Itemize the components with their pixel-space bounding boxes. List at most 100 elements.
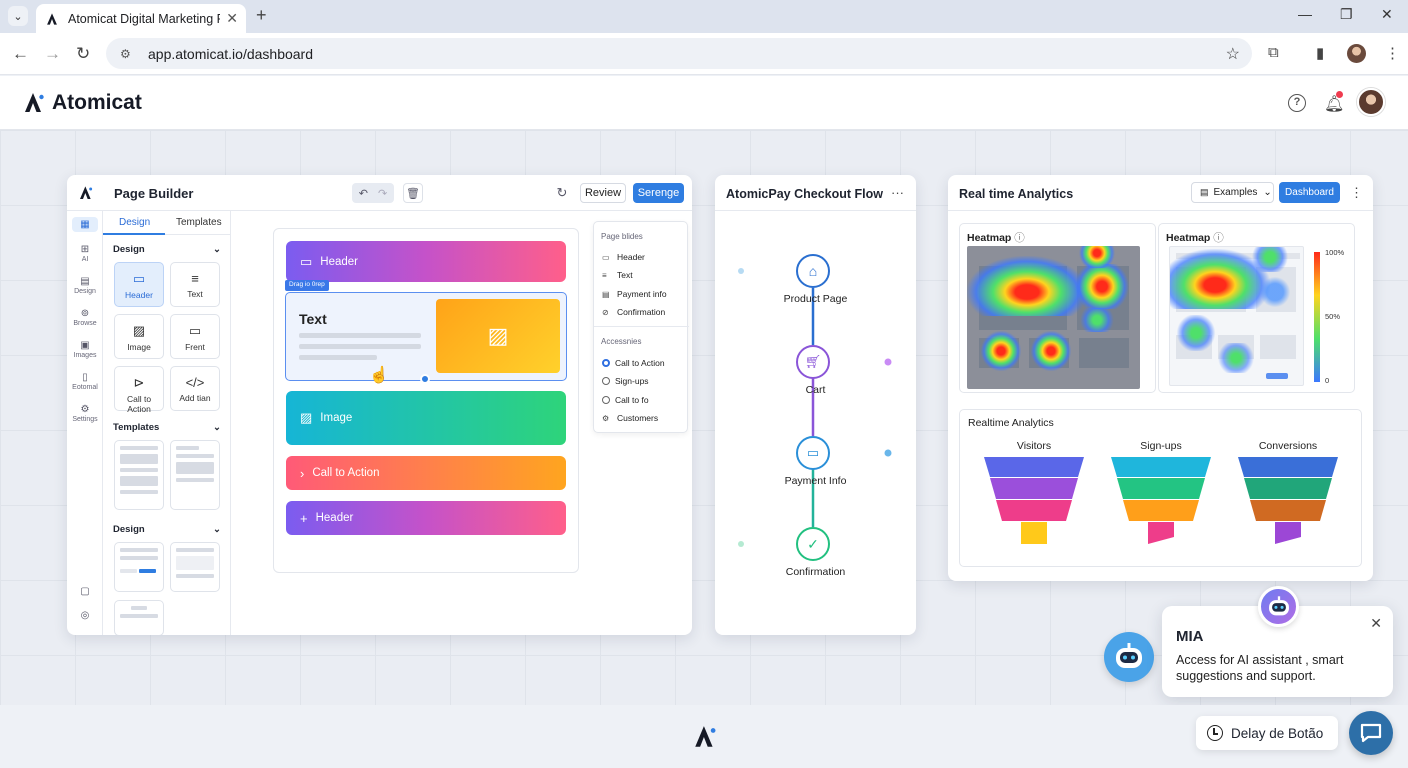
bookmark-star-icon[interactable]: ☆ [1226, 44, 1240, 64]
palette-item[interactable]: ⚙ Customers [602, 413, 658, 423]
new-tab-icon[interactable]: + [256, 5, 267, 26]
rail-item-grid[interactable]: ▦ [67, 217, 103, 232]
browser-menu-icon[interactable]: ⋮ [1385, 44, 1400, 62]
image-block[interactable]: ▨ Image [286, 391, 566, 445]
dashboard-button[interactable]: Dashboard [1279, 182, 1340, 203]
tab-close-icon[interactable]: ✕ [226, 10, 238, 27]
tool-rail: ▦ ⊞ AI ▤ Design ⊚ Browse ▣ Images ▯ Eotomal ⚙… [67, 211, 103, 635]
chevron-down-icon: ⌄ [1263, 187, 1272, 198]
section-design-2[interactable]: Design ⌄ [113, 524, 221, 535]
chevron-down-icon: ⌄ [213, 524, 221, 535]
rail-item-settings[interactable]: ⚙ Settings [67, 404, 103, 423]
redo-icon[interactable]: ↷ [378, 187, 387, 200]
rail-item-images[interactable]: ▣ Images [67, 340, 103, 359]
palette-item[interactable]: ≡ Text [602, 270, 633, 280]
tab-design[interactable]: Design [119, 217, 150, 228]
cart-icon: 🛒︎ [804, 354, 822, 369]
step-confirmation-node[interactable]: ✓ [796, 527, 830, 561]
delay-button[interactable]: Delay de Botão [1196, 716, 1338, 750]
tile-code[interactable]: </> Add tian [170, 366, 220, 411]
section-templates[interactable]: Templates ⌄ [113, 422, 221, 433]
palette-group-title: Accessnies [601, 337, 642, 346]
palette-radio[interactable]: Call to fo [602, 395, 649, 405]
forward-icon[interactable]: → [44, 44, 61, 64]
rail-item-ai[interactable]: ⊞ AI [67, 244, 103, 263]
divider [948, 210, 1373, 211]
restore-icon[interactable]: ❐ [1340, 6, 1353, 23]
address-bar[interactable]: ⚙ app.atomicat.io/dashboard ☆ [106, 38, 1252, 69]
palette-radio[interactable]: Call to Action [602, 358, 665, 368]
mia-description: Access for AI assistant , smart suggesti… [1176, 653, 1344, 683]
robot-icon [1268, 595, 1289, 615]
undo-icon[interactable]: ↶ [359, 187, 368, 200]
template-thumb[interactable] [114, 440, 164, 510]
header-block[interactable]: ▭ Header [286, 241, 566, 282]
radio-selected [602, 359, 610, 367]
tab-search-button[interactable]: ⌄ [8, 6, 28, 26]
tile-text[interactable]: ≡ Text [170, 262, 220, 307]
rail-item-design[interactable]: ▤ Design [67, 276, 103, 295]
rail-item-editorial[interactable]: ▯ Eotomal [67, 372, 103, 391]
site-info-icon[interactable]: ⚙ [120, 47, 138, 61]
rail-item-browse[interactable]: ⊚ Browse [67, 308, 103, 327]
text-icon: ≡ [191, 271, 199, 286]
minimize-icon[interactable]: — [1298, 6, 1312, 22]
browser-profile-avatar[interactable] [1347, 44, 1366, 63]
text-block-selected[interactable]: Text ▨ ☝ [285, 292, 567, 384]
design-icon: ▤ [80, 276, 90, 287]
step-label: Product Page [783, 293, 848, 305]
template-thumb[interactable] [114, 600, 164, 635]
brand-logo[interactable]: Atomicat [22, 91, 142, 115]
rail-label: Design [74, 288, 96, 295]
page-canvas[interactable]: ▭ Header Drag io 0rep Text ▨ ☝ ▨ Image › Ca… [273, 228, 579, 573]
chat-bubble-icon [1360, 723, 1382, 743]
side-panel-icon[interactable]: ▮ [1316, 44, 1324, 62]
browser-tab-strip: ⌄ Atomicat Digital Marketing Pla ✕ + — ❐… [0, 0, 1408, 33]
review-button[interactable]: Review [580, 183, 626, 203]
tile-form[interactable]: ▭ Frent [170, 314, 220, 359]
section-title: Design [113, 524, 145, 535]
help-icon[interactable]: ? [1288, 94, 1306, 112]
palette-radio[interactable]: Sign-ups [602, 376, 649, 386]
heatmap-image-1 [967, 246, 1140, 389]
header-block-2[interactable]: + Header [286, 501, 566, 535]
back-icon[interactable]: ← [12, 44, 29, 64]
funnel-label: Visitors [1016, 440, 1052, 452]
step-payment-info-node[interactable]: ▭ [796, 436, 830, 470]
tab-templates[interactable]: Templates [176, 217, 222, 228]
block-label: Image [320, 412, 353, 424]
window-close-icon[interactable]: ✕ [1381, 6, 1393, 23]
scale-label: 50% [1325, 312, 1341, 321]
palette-item[interactable]: ⊘ Confirmation [602, 307, 665, 317]
tile-call-to-action[interactable]: ⊳ Call to Action [114, 366, 164, 414]
rail-item-help[interactable]: ◎ [67, 610, 103, 622]
extensions-icon[interactable]: ⧉ [1268, 44, 1279, 61]
template-thumb[interactable] [114, 542, 164, 592]
browser-tab-active[interactable]: Atomicat Digital Marketing Pla ✕ [36, 4, 246, 33]
text-block-title: Text [299, 311, 327, 327]
delete-icon[interactable]: 🗑︎ [403, 183, 423, 203]
user-avatar[interactable] [1357, 88, 1385, 116]
close-icon[interactable]: ✕ [1370, 615, 1382, 632]
rail-item-pages[interactable]: ▢ [67, 586, 103, 598]
step-product-page-node[interactable]: ⌂ [796, 254, 830, 288]
palette-item-label: Call to fo [615, 395, 649, 405]
resize-handle[interactable] [420, 374, 430, 384]
refresh-icon[interactable]: ↻ [554, 183, 570, 203]
header-icon: ▭ [602, 252, 610, 262]
section-design[interactable]: Design ⌄ [113, 244, 221, 255]
palette-item[interactable]: ▭ Header [602, 252, 645, 262]
template-thumb[interactable] [170, 440, 220, 510]
publish-button[interactable]: Serenge [633, 183, 684, 203]
template-thumb[interactable] [170, 542, 220, 592]
reload-icon[interactable]: ↻ [76, 44, 90, 64]
tile-header[interactable]: ▭ Header [114, 262, 164, 307]
examples-dropdown[interactable]: ▤ Examples ⌄ [1191, 182, 1274, 203]
more-vertical-icon[interactable]: ⋮ [1350, 185, 1363, 201]
call-to-action-block[interactable]: › Call to Action [286, 456, 566, 490]
chat-launcher-button[interactable] [1349, 711, 1393, 755]
mia-bot-icon[interactable] [1104, 632, 1154, 682]
palette-item[interactable]: ▤ Payment info [602, 289, 667, 299]
step-cart-node[interactable]: 🛒︎ [796, 345, 830, 379]
tile-image[interactable]: ▨ Image [114, 314, 164, 359]
